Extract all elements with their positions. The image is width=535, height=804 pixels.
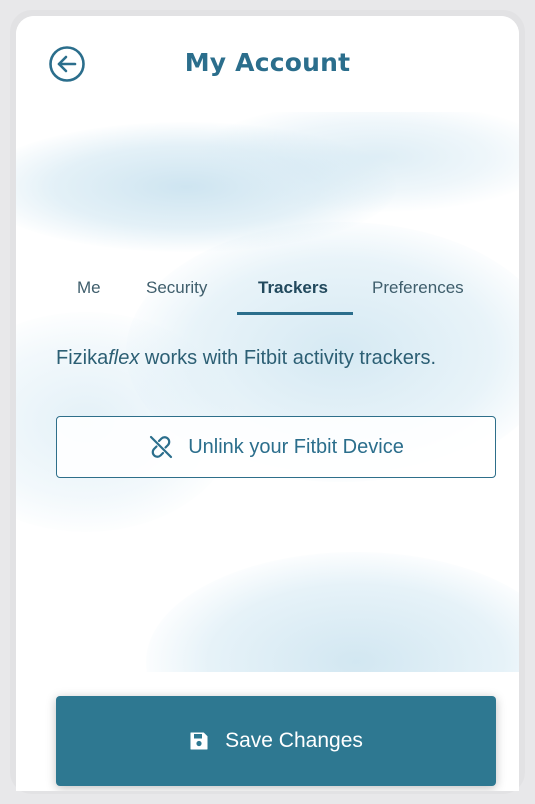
- save-button-label: Save Changes: [225, 729, 363, 752]
- watercolor-background: [16, 112, 519, 672]
- unlink-fitbit-button[interactable]: Unlink your Fitbit Device: [56, 416, 496, 478]
- page-title: My Account: [184, 48, 351, 77]
- active-tab-indicator: [237, 312, 353, 315]
- footer: Save Changes: [16, 672, 519, 791]
- floppy-disk-icon: [190, 732, 208, 750]
- tab-preferences[interactable]: Preferences: [372, 278, 464, 298]
- brand-prefix: Fizika: [56, 347, 109, 369]
- trackers-description: Fizikaflex works with Fitbit activity tr…: [56, 346, 476, 371]
- unlink-button-label: Unlink your Fitbit Device: [188, 435, 404, 458]
- brand-suffix: flex: [108, 347, 140, 369]
- app-screen: My Account Me Security Trackers Preferen…: [16, 16, 519, 791]
- account-tabs: Me Security Trackers Preferences: [16, 266, 519, 316]
- tab-trackers[interactable]: Trackers: [258, 278, 328, 298]
- tab-security[interactable]: Security: [146, 278, 207, 298]
- save-changes-button[interactable]: Save Changes: [56, 696, 496, 786]
- tab-me[interactable]: Me: [77, 278, 101, 298]
- unlink-icon: [150, 435, 173, 459]
- app-header: My Account: [16, 16, 519, 112]
- description-text: works with Fitbit activity trackers.: [139, 347, 437, 369]
